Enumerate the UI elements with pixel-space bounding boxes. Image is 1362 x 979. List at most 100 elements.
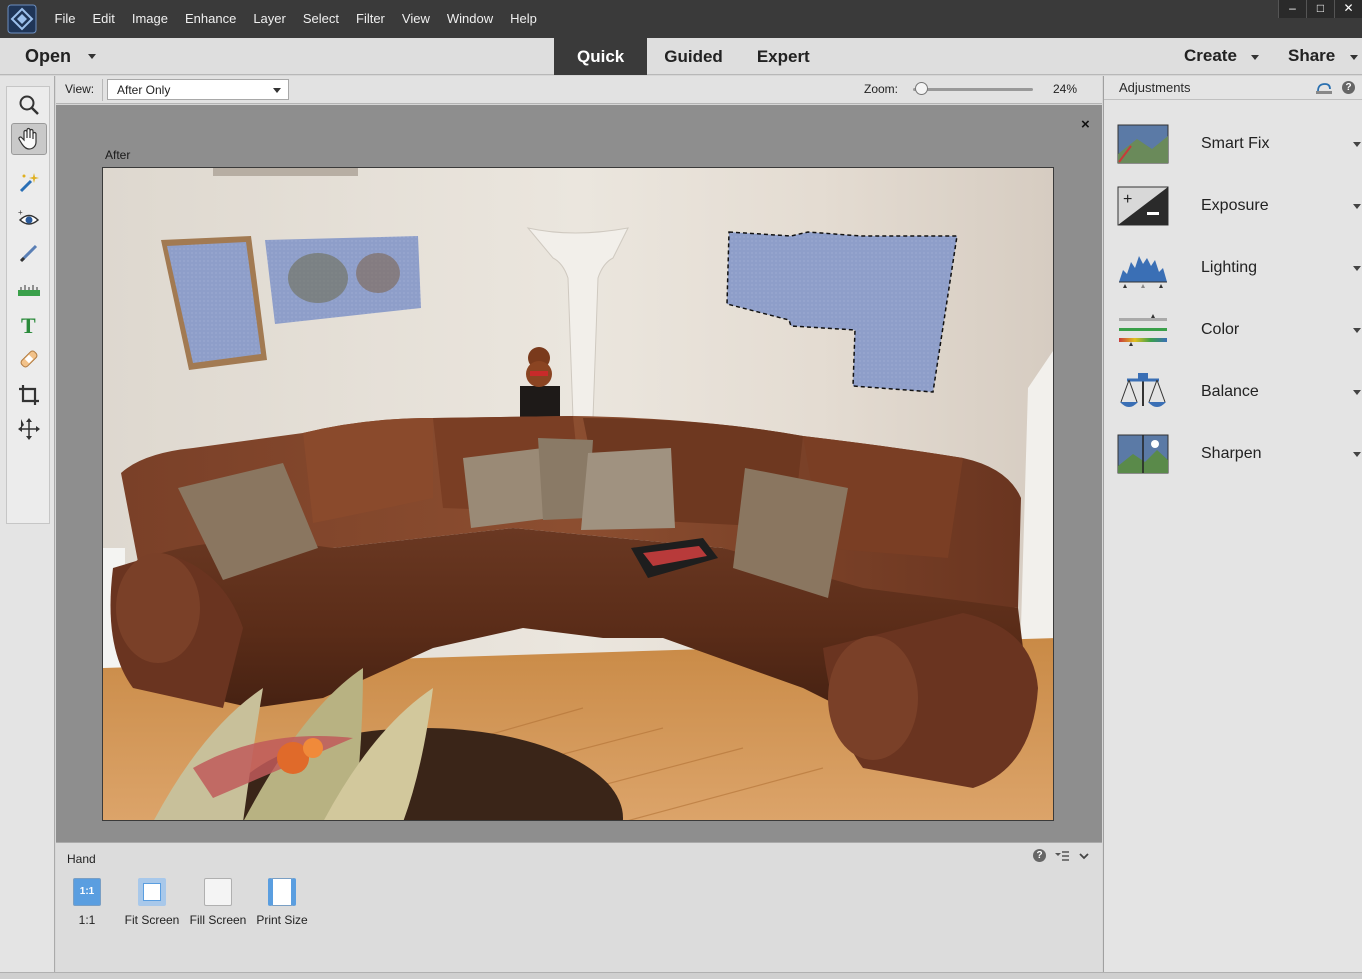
title-bar: File Edit Image Enhance Layer Select Fil… [0,0,1362,38]
close-photo-button[interactable]: × [1081,116,1090,133]
tool-options-panel: Hand ? 1:1 1:1 Fit Screen Fill Screen Pr… [56,842,1102,979]
smart-fix-caret-icon[interactable] [1353,142,1361,147]
svg-text:T: T [21,314,36,336]
menu-filter[interactable]: Filter [348,0,394,38]
after-label: After [105,148,131,162]
exposure-label: Exposure [1201,197,1269,214]
fit-screen-button[interactable]: Fit Screen [119,878,185,927]
create-button[interactable]: Create [1184,46,1237,66]
menu-help[interactable]: Help [502,0,546,38]
minimize-button[interactable]: ‒ [1278,0,1306,18]
svg-text:+: + [1123,191,1132,208]
close-window-button[interactable]: ✕ [1334,0,1362,18]
menu-edit[interactable]: Edit [84,0,123,38]
reset-panel-icon[interactable] [1315,81,1333,95]
balance-icon [1120,373,1166,407]
sharpen-label: Sharpen [1201,445,1262,462]
print-size-button[interactable]: Print Size [249,878,315,927]
adjustments-header: Adjustments ? [1104,76,1362,100]
menu-select[interactable]: Select [294,0,347,38]
living-room-photo [103,168,1053,820]
move-tool-icon[interactable] [11,413,47,445]
panel-menu-icon[interactable] [1054,850,1070,862]
menu-layer[interactable]: Layer [245,0,295,38]
options-bar: View: After Only Zoom: 24% [56,76,1102,104]
tab-guided[interactable]: Guided [647,38,740,75]
view-separator [102,79,103,101]
smart-fix-label: Smart Fix [1201,135,1270,152]
window-controls: ‒ □ ✕ [1278,0,1362,18]
menu-enhance[interactable]: Enhance [177,0,245,38]
print-size-icon [268,878,296,906]
app-logo-icon [7,4,37,34]
straighten-tool-icon[interactable] [11,273,47,305]
color-icon [1119,314,1167,346]
zoom-slider-handle[interactable] [915,82,928,95]
balance-caret-icon[interactable] [1353,390,1361,395]
fill-screen-icon [204,878,232,906]
view-label: View: [65,82,95,96]
photo-canvas[interactable] [102,167,1054,821]
color-caret-icon[interactable] [1353,328,1361,333]
quick-selection-tool-icon[interactable] [11,167,47,199]
print-size-label: Print Size [256,913,308,927]
balance-label: Balance [1201,383,1259,400]
adjustment-sharpen[interactable]: Sharpen [1104,431,1362,481]
tab-quick[interactable]: Quick [554,38,648,75]
spot-healing-tool-icon[interactable] [11,343,47,375]
fill-screen-button[interactable]: Fill Screen [185,878,251,927]
adjustment-lighting[interactable]: Lighting [1104,245,1362,295]
crop-tool-icon[interactable] [11,379,47,411]
zoom-tool-icon[interactable] [11,89,47,121]
open-button[interactable]: Open [25,46,71,67]
tool-options-title: Hand [67,852,96,866]
fit-screen-icon [138,878,166,906]
adjustment-color[interactable]: Color [1104,307,1362,357]
hand-tool-icon[interactable] [11,123,47,155]
tool-options-controls: ? [1033,849,1090,862]
lighting-icon [1119,256,1167,288]
whiten-teeth-tool-icon[interactable] [11,237,47,269]
menu-view[interactable]: View [393,0,438,38]
adjustment-exposure[interactable]: + Exposure [1104,183,1362,233]
create-caret-icon[interactable] [1251,55,1259,60]
maximize-button[interactable]: □ [1306,0,1334,18]
menu-file[interactable]: File [46,0,84,38]
adjustments-panel: Adjustments ? Smart Fix + Exposure Light… [1103,76,1362,979]
sharpen-icon [1117,434,1169,474]
share-button[interactable]: Share [1288,46,1335,66]
fit-screen-label: Fit Screen [124,913,180,927]
zoom-value: 24% [1053,82,1078,96]
color-label: Color [1201,321,1240,338]
one-to-one-button[interactable]: 1:1 1:1 [54,878,120,927]
lighting-caret-icon[interactable] [1353,266,1361,271]
one-to-one-label: 1:1 [78,913,96,927]
tab-expert[interactable]: Expert [740,38,827,75]
exposure-caret-icon[interactable] [1353,204,1361,209]
mode-bar: Open Quick Guided Expert Create Share [0,38,1362,75]
adjustment-balance[interactable]: Balance [1104,369,1362,419]
collapse-chevron-icon[interactable] [1078,851,1090,861]
adjustment-smart-fix[interactable]: Smart Fix [1104,121,1362,171]
red-eye-tool-icon[interactable]: + [11,203,47,235]
type-tool-icon[interactable]: T [11,309,47,341]
mode-tabs: Quick Guided Expert [554,38,827,75]
menu-window[interactable]: Window [438,0,501,38]
canvas-area[interactable]: × After [56,105,1102,842]
menu-bar: File Edit Image Enhance Layer Select Fil… [46,0,545,38]
adjustments-help-icon[interactable]: ? [1342,81,1355,94]
tool-strip: + T [6,86,50,524]
sharpen-caret-icon[interactable] [1353,452,1361,457]
zoom-slider-track[interactable] [913,88,1033,91]
status-strip [0,972,1362,979]
menu-image[interactable]: Image [123,0,176,38]
view-select[interactable]: After Only [107,79,289,100]
lighting-label: Lighting [1201,259,1258,276]
help-icon[interactable]: ? [1033,849,1046,862]
open-dropdown-caret-icon[interactable] [88,54,96,59]
exposure-icon: + [1117,186,1169,226]
share-caret-icon[interactable] [1350,55,1358,60]
zoom-label: Zoom: [864,82,899,96]
adjustments-title: Adjustments [1119,80,1191,95]
fill-screen-label: Fill Screen [189,913,247,927]
